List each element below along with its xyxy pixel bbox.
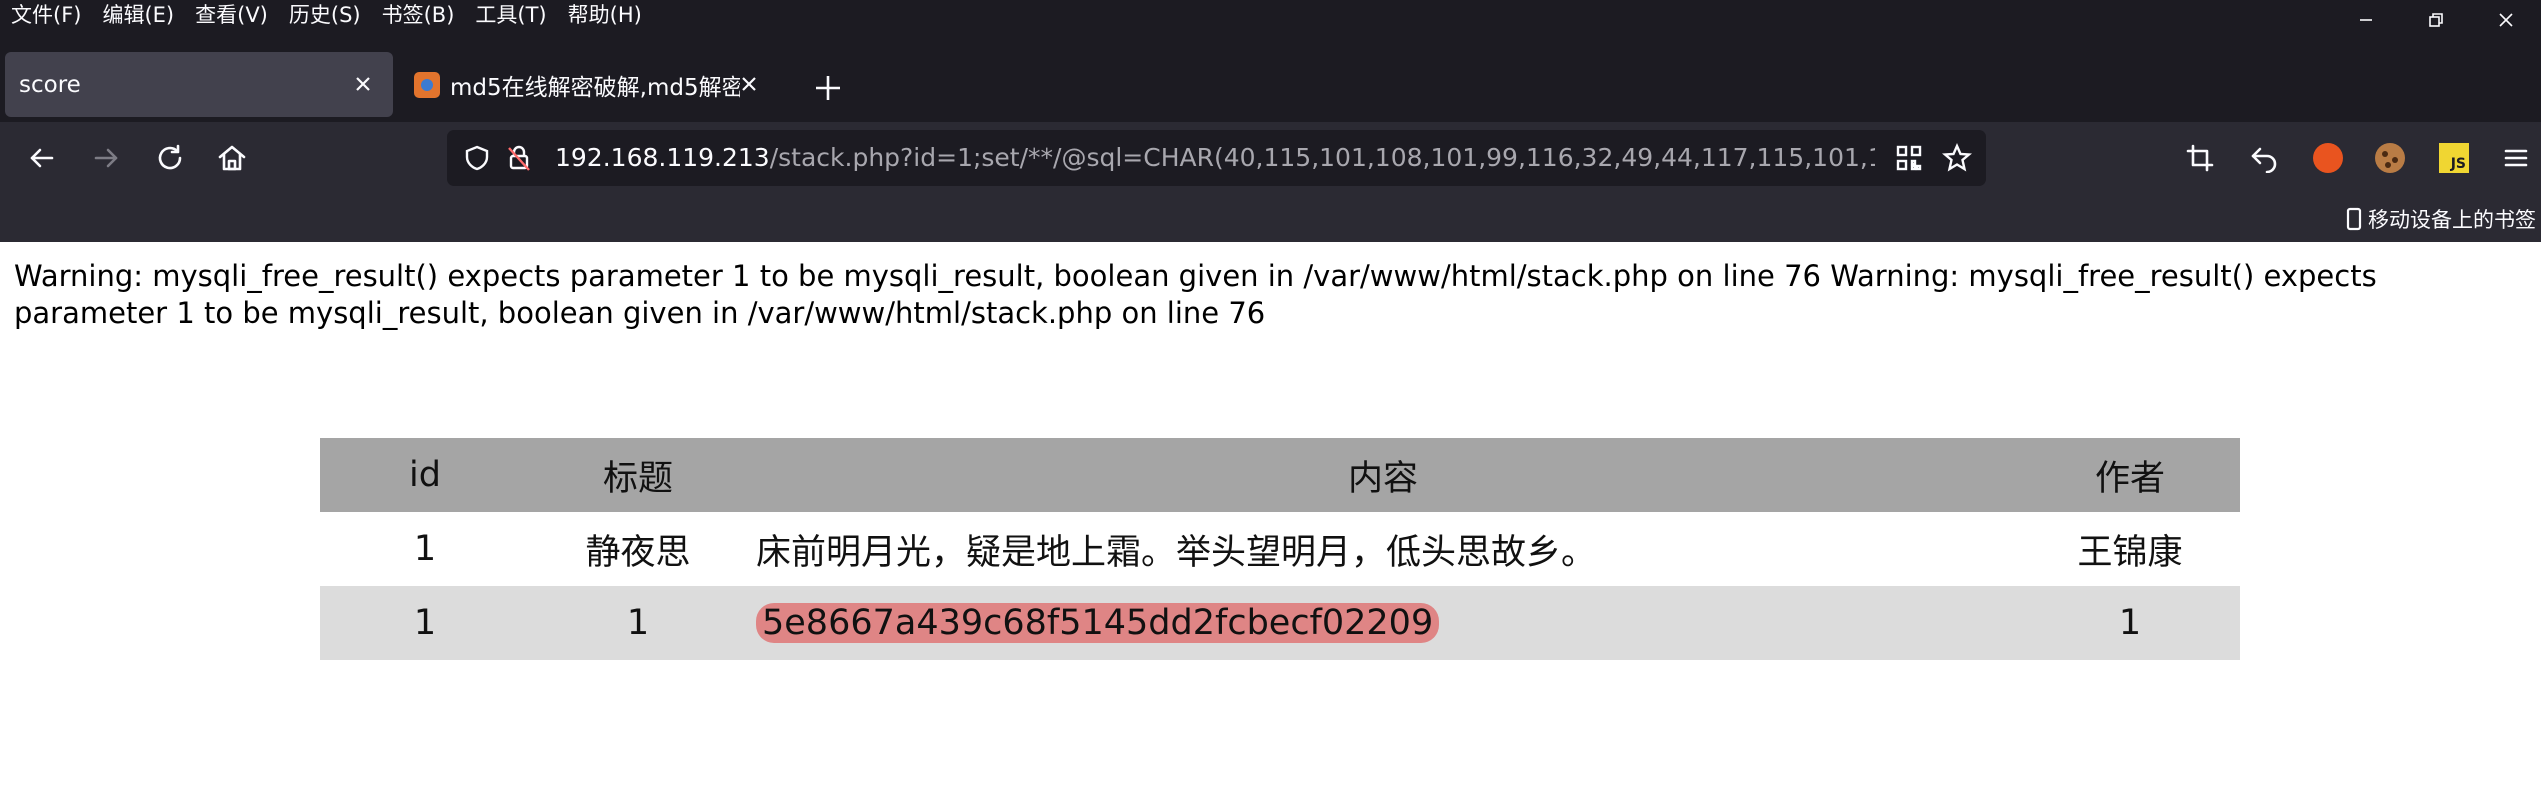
extension-js-button[interactable]: JS — [2434, 138, 2474, 178]
tab-score[interactable]: score — [5, 52, 393, 117]
plus-icon — [816, 76, 840, 100]
screenshot-crop-icon — [2186, 144, 2214, 172]
tab-md5[interactable]: md5在线解密破解,md5解密加 — [404, 52, 769, 117]
restore-icon — [2429, 13, 2443, 27]
close-icon — [356, 77, 370, 91]
navigation-toolbar: 192.168.119.213/stack.php?id=1;set/**/@s… — [0, 122, 2541, 194]
qr-code-icon — [1896, 145, 1922, 171]
forward-arrow-icon — [94, 148, 118, 168]
home-button[interactable] — [212, 138, 252, 178]
menu-tools[interactable]: 工具(T) — [475, 1, 546, 29]
cell-title: 1 — [626, 603, 650, 643]
undo-button[interactable] — [2244, 138, 2284, 178]
back-button[interactable] — [22, 138, 62, 178]
js-extension-icon: JS — [2439, 143, 2469, 173]
hamburger-menu-icon — [2504, 149, 2528, 167]
reload-icon — [158, 144, 182, 170]
new-tab-button[interactable] — [808, 68, 848, 108]
menu-view[interactable]: 查看(V) — [195, 1, 268, 29]
tracking-protection-button[interactable] — [457, 138, 497, 178]
mobile-device-icon — [2346, 207, 2362, 231]
cell-author: 王锦康 — [2077, 532, 2183, 573]
fox-extension-icon — [2313, 143, 2343, 173]
cell-id: 1 — [413, 529, 437, 569]
url-path: /stack.php?id=1;set/**/@sql=CHAR(40,115,… — [769, 143, 1875, 172]
minimize-icon — [2360, 19, 2372, 21]
forward-button[interactable] — [86, 138, 126, 178]
cookie-extension-icon — [2375, 143, 2405, 173]
tab-title: md5在线解密破解,md5解密加 — [450, 74, 740, 101]
menu-bookmarks[interactable]: 书签(B) — [382, 1, 455, 29]
address-bar[interactable]: 192.168.119.213/stack.php?id=1;set/**/@s… — [447, 130, 1986, 186]
site-favicon-icon — [414, 71, 440, 98]
bookmark-star-button[interactable] — [1937, 138, 1977, 178]
bookmark-star-icon — [1942, 143, 1972, 172]
php-warning-text: Warning: mysqli_free_result() expects pa… — [14, 259, 2377, 330]
mobile-bookmarks-button[interactable]: 移动设备上的书签 — [2344, 204, 2536, 234]
menu-items: 文件(F) 编辑(E) 查看(V) 历史(S) 书签(B) 工具(T) 帮助(H… — [11, 1, 663, 29]
cell-content: 5e8667a439c68f5145dd2fcbecf02209 — [746, 586, 2020, 660]
close-icon — [2499, 13, 2513, 27]
app-menu-button[interactable] — [2496, 138, 2536, 178]
results-table: id 标题 内容 作者 1 静夜思 床前明月光，疑是地上霜。举头望明月，低头思故… — [320, 438, 2240, 660]
tab-close-button[interactable] — [351, 72, 375, 96]
md5-hash-highlight: 5e8667a439c68f5145dd2fcbecf02209 — [756, 603, 1440, 643]
header-content: 内容 — [1347, 458, 1418, 499]
menu-edit[interactable]: 编辑(E) — [102, 1, 174, 29]
header-title: 标题 — [602, 458, 673, 499]
cell-id: 1 — [413, 603, 437, 643]
url-text[interactable]: 192.168.119.213/stack.php?id=1;set/**/@s… — [555, 142, 1875, 174]
table-header-row: id 标题 内容 作者 — [320, 438, 2240, 512]
table-row: 1 1 5e8667a439c68f5145dd2fcbecf02209 1 — [320, 586, 2240, 660]
menu-bar: 文件(F) 编辑(E) 查看(V) 历史(S) 书签(B) 工具(T) 帮助(H… — [0, 0, 2541, 32]
menu-help[interactable]: 帮助(H) — [568, 1, 642, 29]
cell-author: 1 — [2118, 603, 2142, 643]
mobile-bookmarks-label: 移动设备上的书签 — [2368, 208, 2536, 232]
header-id: id — [409, 455, 441, 495]
extension-cookie-button[interactable] — [2370, 138, 2410, 178]
tab-bar: score md5在线解密破解,md5解密加 — [0, 32, 2541, 122]
shield-icon — [465, 145, 489, 171]
menu-history[interactable]: 历史(S) — [289, 1, 361, 29]
tab-close-button[interactable] — [737, 72, 761, 96]
home-icon — [218, 145, 246, 171]
bookmarks-toolbar: 移动设备上的书签 — [0, 194, 2541, 242]
close-icon — [742, 77, 756, 91]
site-info-button[interactable] — [499, 138, 539, 178]
menu-file[interactable]: 文件(F) — [11, 1, 81, 29]
screenshot-button[interactable] — [2180, 138, 2220, 178]
qr-code-button[interactable] — [1889, 138, 1929, 178]
undo-icon — [2251, 147, 2277, 173]
header-author: 作者 — [2094, 458, 2165, 499]
back-arrow-icon — [30, 148, 54, 168]
url-host: 192.168.119.213 — [555, 143, 770, 172]
extension-fox-button[interactable] — [2308, 138, 2348, 178]
cell-content: 床前明月光，疑是地上霜。举头望明月，低头思故乡。 — [756, 532, 1597, 573]
reload-button[interactable] — [150, 138, 190, 178]
table-row: 1 静夜思 床前明月光，疑是地上霜。举头望明月，低头思故乡。 王锦康 — [320, 512, 2240, 586]
tab-title: score — [19, 71, 81, 98]
insecure-lock-icon — [508, 145, 530, 171]
cell-title: 静夜思 — [585, 532, 691, 573]
